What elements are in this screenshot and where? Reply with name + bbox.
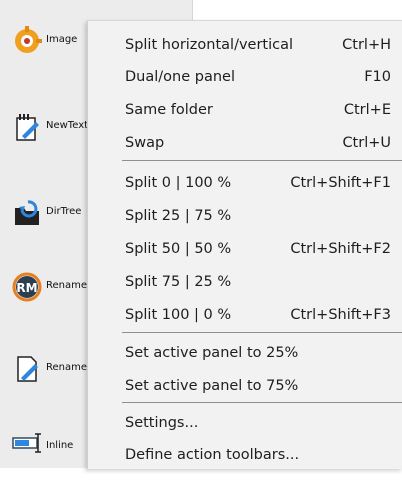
svg-text:RM: RM [16,281,37,295]
menu-item-label: Split 100 | 0 % [125,307,232,323]
toolbar-label: Rename [46,362,88,373]
menu-item-swap[interactable]: Swap Ctrl+U [88,127,402,161]
menu-item-shortcut: Ctrl+Shift+F3 [290,307,391,323]
menu-item-same-folder[interactable]: Same folder Ctrl+E [88,94,402,128]
menu-item-shortcut: F10 [364,69,391,85]
inline-rename-icon [12,428,42,458]
toolbar-label: Rename [46,280,88,291]
toolbar-label: Image [46,34,78,45]
menu-item-set-active-75[interactable]: Set active panel to 75% [88,370,402,404]
menu-item-label: Set active panel to 25% [125,345,299,361]
menu-separator [122,160,402,161]
menu-item-settings[interactable]: Settings... [88,407,402,441]
menu-item-shortcut: Ctrl+U [342,135,391,151]
menu-item-label: Split 0 | 100 % [125,175,232,191]
menu-item-label: Define action toolbars... [125,447,300,463]
toolbar-label: NewText [46,120,88,131]
dir-tree-icon [12,198,42,228]
menu-item-label: Swap [125,135,165,151]
menu-item-label: Split 50 | 50 % [125,241,232,257]
menu-item-shortcut: Ctrl+H [342,37,391,53]
menu-separator [122,402,402,403]
menu-item-label: Set active panel to 75% [125,378,299,394]
image-tool-icon [12,26,42,56]
menu-item-split-0-100[interactable]: Split 0 | 100 % Ctrl+Shift+F1 [88,167,402,201]
menu-item-split-100-0[interactable]: Split 100 | 0 % Ctrl+Shift+F3 [88,299,402,333]
rename-rm-icon: RM [12,272,42,302]
menu-item-label: Split 75 | 25 % [125,274,232,290]
menu-item-split-75-25[interactable]: Split 75 | 25 % [88,266,402,300]
menu-item-shortcut: Ctrl+Shift+F1 [290,175,391,191]
menu-item-shortcut: Ctrl+Shift+F2 [290,241,391,257]
menu-item-label: Split horizontal/vertical [125,37,294,53]
menu-item-set-active-25[interactable]: Set active panel to 25% [88,337,402,371]
toolbar-label: DirTree [46,206,82,217]
menu-item-shortcut: Ctrl+E [343,102,391,118]
menu-item-split-50-50[interactable]: Split 50 | 50 % Ctrl+Shift+F2 [88,233,402,267]
menu-item-split-25-75[interactable]: Split 25 | 75 % [88,200,402,234]
menu-item-label: Dual/one panel [125,69,235,85]
menu-item-dual-one-panel[interactable]: Dual/one panel F10 [88,61,402,95]
toolbar-label: Inline [46,440,74,451]
menu-item-split-horizontal-vertical[interactable]: Split horizontal/vertical Ctrl+H [88,29,402,63]
rename-file-icon [12,354,42,384]
menu-item-label: Split 25 | 75 % [125,208,232,224]
new-file-icon [12,112,42,142]
menu-item-label: Same folder [125,102,213,118]
menu-separator [122,332,402,333]
panel-context-menu: Split horizontal/vertical Ctrl+H Dual/on… [87,20,402,469]
menu-item-label: Settings... [125,415,199,431]
